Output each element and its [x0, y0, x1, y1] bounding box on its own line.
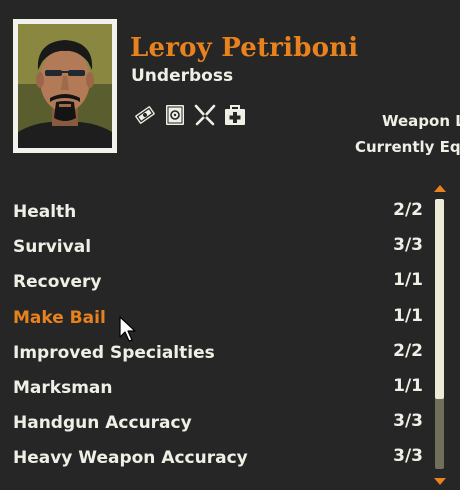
skill-name: Heavy Weapon Accuracy — [13, 448, 248, 469]
skill-list: Health 2/2 Survival 3/3 Recovery 1/1 Mak… — [13, 198, 428, 480]
portrait-image — [18, 24, 112, 148]
skill-name: Improved Specialties — [13, 342, 215, 363]
cash-icon[interactable] — [133, 103, 157, 127]
skill-value: 1/1 — [393, 305, 423, 326]
mouse-cursor-icon — [119, 316, 136, 342]
skill-row-make-bail[interactable]: Make Bail 1/1 — [13, 304, 428, 339]
character-rank: Underboss — [131, 66, 234, 86]
pliers-icon[interactable] — [193, 103, 217, 127]
skill-name: Handgun Accuracy — [13, 413, 192, 434]
scroll-track[interactable] — [435, 199, 444, 469]
skill-row-marksman[interactable]: Marksman 1/1 — [13, 374, 428, 409]
skill-row-health[interactable]: Health 2/2 — [13, 198, 428, 233]
skill-value: 3/3 — [393, 235, 423, 256]
skill-row-survival[interactable]: Survival 3/3 — [13, 233, 428, 268]
skill-name: Make Bail — [13, 307, 106, 328]
skill-value: 3/3 — [393, 411, 423, 432]
skill-value: 3/3 — [393, 446, 423, 467]
scroll-thumb[interactable] — [435, 199, 444, 399]
currently-equipped-label: Currently Equ — [355, 138, 460, 156]
skill-value: 1/1 — [393, 375, 423, 396]
skill-value: 1/1 — [393, 270, 423, 291]
scroll-up-arrow-icon[interactable] — [434, 185, 446, 192]
character-name: Leroy Petriboni — [130, 33, 359, 63]
skill-value: 2/2 — [393, 200, 423, 220]
medkit-icon[interactable] — [223, 103, 247, 127]
skill-row-improved-specialties[interactable]: Improved Specialties 2/2 — [13, 339, 428, 374]
skill-name: Survival — [13, 237, 92, 258]
skill-name: Health — [13, 202, 77, 222]
character-portrait — [13, 19, 117, 153]
specialty-icons — [133, 103, 247, 129]
skill-row-recovery[interactable]: Recovery 1/1 — [13, 268, 428, 303]
skill-value: 2/2 — [393, 340, 423, 361]
skill-scrollbar[interactable] — [432, 183, 448, 487]
skill-name: Recovery — [13, 272, 102, 293]
safe-icon[interactable] — [163, 103, 187, 127]
scroll-down-arrow-icon[interactable] — [434, 478, 446, 485]
skill-row-handgun-accuracy[interactable]: Handgun Accuracy 3/3 — [13, 409, 428, 444]
skill-name: Marksman — [13, 377, 113, 398]
weapon-level-label: Weapon L — [382, 112, 460, 130]
skill-row-heavy-weapon-accuracy[interactable]: Heavy Weapon Accuracy 3/3 — [13, 444, 428, 479]
